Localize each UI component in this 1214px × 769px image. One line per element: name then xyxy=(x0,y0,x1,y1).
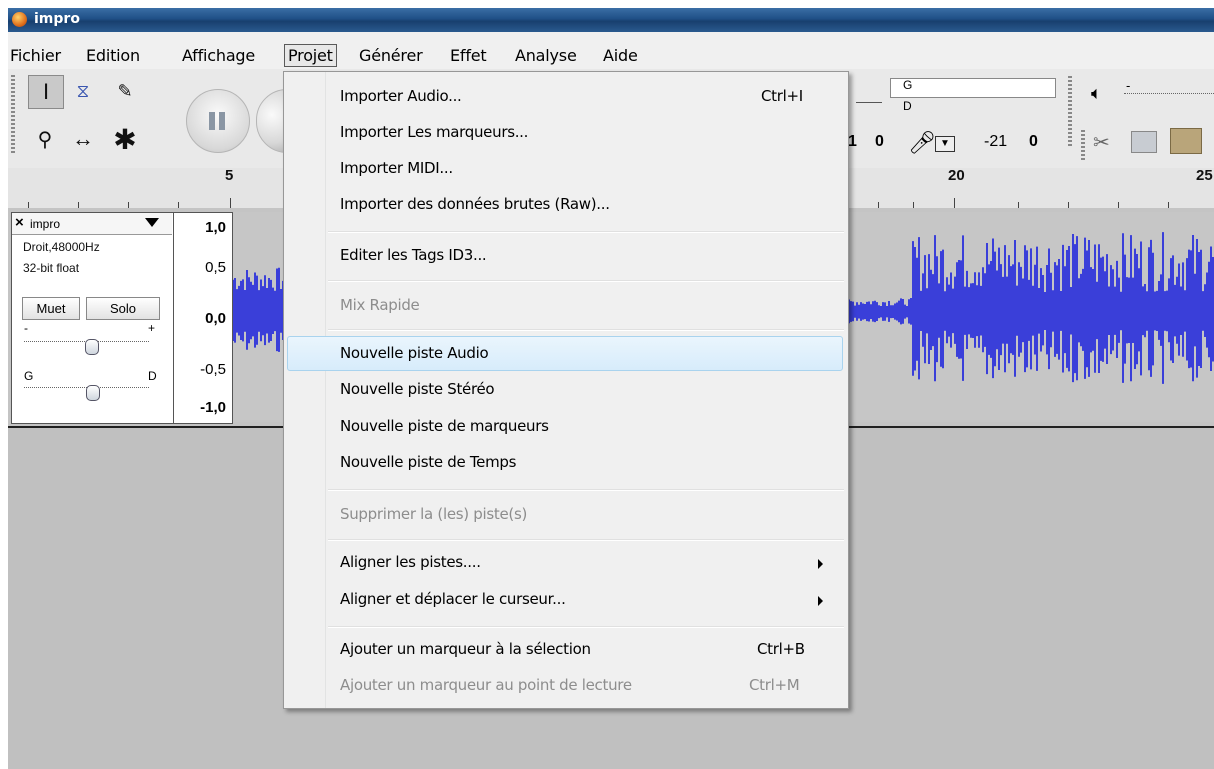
menu-nouvelle-piste-temps[interactable]: Nouvelle piste de Temps xyxy=(340,453,516,471)
pan-slider-knob[interactable] xyxy=(86,385,100,401)
menu-nouvelle-piste-audio[interactable]: Nouvelle piste Audio xyxy=(340,344,489,362)
zoom-tool-icon[interactable]: ⚲ xyxy=(28,123,62,155)
meter-line xyxy=(856,102,882,103)
menu-separator xyxy=(328,539,844,541)
meter-right-label: D xyxy=(903,99,912,113)
menu-editer-tags[interactable]: Editer les Tags ID3... xyxy=(340,246,487,264)
menu-ajouter-marqueur-selection[interactable]: Ajouter un marqueur à la sélection xyxy=(340,640,591,658)
menu-affichage[interactable]: Affichage xyxy=(182,46,255,65)
audacity-app-icon xyxy=(12,12,27,27)
ruler-label-5: 5 xyxy=(225,167,234,184)
toolbar-grip[interactable] xyxy=(11,75,15,155)
shortcut-ajouter-marqueur-lecture: Ctrl+M xyxy=(749,676,800,694)
menu-importer-midi[interactable]: Importer MIDI... xyxy=(340,159,453,177)
gain-plus-label: + xyxy=(148,321,156,335)
menu-separator xyxy=(328,231,844,233)
gain-minus-label: - xyxy=(24,321,28,335)
speaker-icon: 🔈︎ xyxy=(1091,83,1102,103)
menu-mix-rapide[interactable]: Mix Rapide xyxy=(340,296,420,314)
recording-meter-bar[interactable] xyxy=(890,78,1056,98)
scale-label: 1,0 xyxy=(205,219,226,236)
menu-generer[interactable]: Générer xyxy=(359,46,423,65)
paste-icon[interactable] xyxy=(1170,128,1202,154)
mute-button[interactable]: Muet xyxy=(22,297,80,320)
menu-importer-raw[interactable]: Importer des données brutes (Raw)... xyxy=(340,195,610,213)
amplitude-scale: 1,0 0,5 0,0 -0,5 -1,0 xyxy=(173,212,233,424)
scale-label: -1,0 xyxy=(200,399,226,416)
pan-left-label: G xyxy=(24,369,34,383)
menu-edition[interactable]: Edition xyxy=(86,46,140,65)
ruler-tick xyxy=(230,198,231,208)
copy-icon[interactable] xyxy=(1131,131,1157,153)
pause-icon xyxy=(209,112,215,130)
meter-db-right: 0 xyxy=(1029,133,1038,150)
scale-label: 0,5 xyxy=(205,259,226,276)
submenu-arrow-icon xyxy=(818,559,823,569)
selection-tool-icon[interactable]: I xyxy=(28,75,64,109)
menu-aligner-deplacer-curseur[interactable]: Aligner et déplacer le curseur... xyxy=(340,590,566,608)
menu-aligner-pistes[interactable]: Aligner les pistes.... xyxy=(340,553,481,571)
projet-dropdown-menu: Importer Audio... Ctrl+I Importer Les ma… xyxy=(283,71,849,709)
pause-button[interactable] xyxy=(186,89,250,153)
menu-aide[interactable]: Aide xyxy=(603,46,638,65)
menu-importer-marqueurs[interactable]: Importer Les marqueurs... xyxy=(340,123,528,141)
menu-effet[interactable]: Effet xyxy=(450,46,487,65)
menu-separator xyxy=(328,489,844,491)
menu-bar: Fichier Edition Affichage Projet Générer… xyxy=(8,32,1214,70)
shortcut-importer-audio: Ctrl+I xyxy=(761,87,803,105)
menu-separator xyxy=(328,280,844,282)
menu-supprimer-pistes[interactable]: Supprimer la (les) piste(s) xyxy=(340,505,527,523)
menu-projet[interactable]: Projet xyxy=(284,44,337,67)
meter-left-label: G xyxy=(903,78,913,92)
meter-toolbar: G D 1 0 🎤︎ ▼ -21 0 xyxy=(848,72,1056,155)
timeshift-tool-icon[interactable]: ↔ xyxy=(66,123,100,155)
window-title: impro xyxy=(34,11,80,27)
menu-analyse[interactable]: Analyse xyxy=(515,46,577,65)
menu-separator xyxy=(328,626,844,628)
ruler-label-25: 25 xyxy=(1196,167,1213,184)
ruler-tick xyxy=(954,198,955,208)
shortcut-ajouter-marqueur-selection: Ctrl+B xyxy=(757,640,805,658)
menu-nouvelle-piste-stereo[interactable]: Nouvelle piste Stéréo xyxy=(340,380,495,398)
envelope-tool-icon[interactable]: ⧖ xyxy=(66,75,100,107)
meter-value-a: 1 xyxy=(848,133,857,150)
toolbar-grip-right[interactable] xyxy=(1068,76,1072,146)
playback-volume-slider[interactable] xyxy=(1124,93,1214,94)
edit-toolbar-grip[interactable] xyxy=(1081,130,1085,160)
menu-importer-audio[interactable]: Importer Audio... xyxy=(340,87,462,105)
menu-ajouter-marqueur-lecture[interactable]: Ajouter un marqueur au point de lecture xyxy=(340,676,632,694)
pan-right-label: D xyxy=(148,369,157,383)
track-name: impro xyxy=(30,217,61,231)
gain-slider-knob[interactable] xyxy=(85,339,99,355)
scale-label: -0,5 xyxy=(200,361,226,378)
meter-db-left: -21 xyxy=(984,133,1008,150)
volume-minus-label: - xyxy=(1126,78,1131,93)
draw-tool-icon[interactable]: ✎ xyxy=(108,75,142,107)
menu-icon-strip xyxy=(284,72,326,708)
scale-label: 0,0 xyxy=(205,310,226,327)
cut-icon[interactable]: ✂ xyxy=(1093,130,1110,155)
meter-dropdown-icon[interactable]: ▼ xyxy=(935,136,955,152)
track-name-menu[interactable]: × impro xyxy=(12,213,172,235)
menu-separator xyxy=(328,329,844,331)
track-dropdown-icon[interactable] xyxy=(145,218,159,227)
solo-button[interactable]: Solo xyxy=(86,297,160,320)
menu-nouvelle-piste-marqueurs[interactable]: Nouvelle piste de marqueurs xyxy=(340,417,549,435)
submenu-arrow-icon xyxy=(818,596,823,606)
menu-fichier[interactable]: Fichier xyxy=(10,46,61,65)
microphone-icon[interactable]: 🎤︎ xyxy=(908,130,936,156)
track-format: 32-bit float xyxy=(23,261,80,275)
meter-value-b: 0 xyxy=(875,133,884,150)
track-rate: Droit,48000Hz xyxy=(23,240,100,254)
multi-tool-icon[interactable]: ✱ xyxy=(108,123,142,155)
close-track-icon[interactable]: × xyxy=(15,214,24,231)
ruler-label-20: 20 xyxy=(948,167,965,184)
track-control-panel: × impro Droit,48000Hz 32-bit float Muet … xyxy=(11,212,174,424)
